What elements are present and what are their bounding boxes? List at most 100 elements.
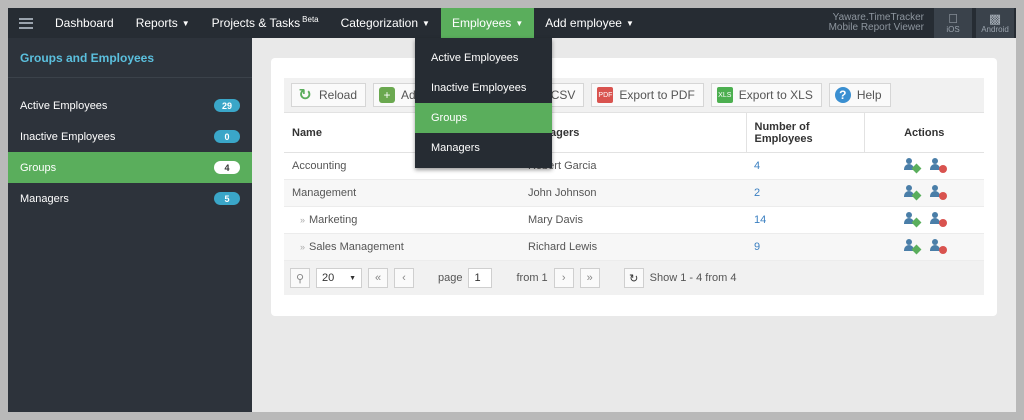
refresh-button[interactable]: ↻ — [623, 268, 644, 288]
edit-group-icon[interactable] — [904, 184, 922, 200]
export-xls-button[interactable]: XLS Export to XLS — [710, 83, 822, 107]
employee-count-link[interactable]: 14 — [746, 206, 864, 234]
count-badge: 5 — [214, 192, 240, 205]
sidebar-item-inactive-employees[interactable]: Inactive Employees 0 — [8, 121, 252, 152]
employee-count-link[interactable]: 9 — [746, 233, 864, 261]
group-manager: Richard Lewis — [520, 233, 746, 261]
export-pdf-button[interactable]: PDF Export to PDF — [591, 83, 704, 107]
chevron-down-icon: ▼ — [422, 18, 430, 28]
group-name: Management — [284, 179, 520, 207]
xls-icon: XLS — [716, 87, 733, 103]
pdf-icon: PDF — [597, 87, 614, 103]
edit-group-icon[interactable] — [904, 238, 922, 254]
column-header-managers[interactable]: Managers — [520, 112, 746, 153]
nav-dashboard[interactable]: Dashboard — [44, 8, 125, 38]
row-actions — [864, 152, 984, 180]
count-badge: 29 — [214, 99, 240, 112]
nav-add-employee[interactable]: Add employee ▼ — [534, 8, 645, 38]
content-panel: ↻ Reload + Add Export to CSV PDF Export … — [271, 58, 997, 316]
edit-group-icon[interactable] — [904, 211, 922, 227]
row-actions — [864, 233, 984, 261]
subgroup-arrow-icon: » — [300, 242, 306, 252]
pagination-bar: ⚲ 20 ▼ « ‹ page 1 from 1 › » ↻ Show 1 - 4… — [284, 261, 984, 295]
chevron-down-icon: ▼ — [349, 274, 356, 282]
page-total-label: from 1 — [516, 272, 548, 284]
app-window: Dashboard Reports ▼ Projects & Tasks Beta … — [8, 8, 1016, 412]
count-badge: 4 — [214, 161, 240, 174]
sidebar-item-groups[interactable]: Groups 4 — [8, 152, 252, 183]
grid-toolbar: ↻ Reload + Add Export to CSV PDF Export … — [284, 78, 984, 112]
count-badge: 0 — [214, 130, 240, 143]
sidebar-item-managers[interactable]: Managers 5 — [8, 183, 252, 214]
menu-item-inactive-employees[interactable]: Inactive Employees — [415, 73, 552, 103]
column-header-actions: Actions — [863, 112, 984, 153]
table-row[interactable]: Management John Johnson 2 — [284, 179, 984, 207]
delete-group-icon[interactable] — [929, 211, 947, 227]
group-manager: Robert Garcia — [520, 152, 746, 180]
nav-employees[interactable]: Employees ▼ — [440, 8, 535, 38]
prev-page-button[interactable]: ‹ — [394, 268, 414, 288]
android-button[interactable]: ▩ Android — [976, 8, 1014, 38]
groups-grid: ↻ Reload + Add Export to CSV PDF Export … — [284, 78, 984, 295]
beta-badge: Beta — [302, 14, 319, 24]
help-button[interactable]: ? Help — [828, 83, 891, 107]
double-chevron-left-icon: « — [374, 272, 382, 284]
nav-projects-tasks[interactable]: Projects & Tasks Beta — [201, 8, 330, 38]
reload-icon: ↻ — [298, 87, 312, 104]
table-header-row: Name Managers Number of Employees Action… — [284, 112, 984, 153]
reload-button[interactable]: ↻ Reload — [291, 83, 367, 107]
delete-group-icon[interactable] — [929, 157, 947, 173]
records-summary: Show 1 - 4 from 4 — [649, 272, 737, 284]
edit-group-icon[interactable] — [904, 157, 922, 173]
employee-count-link[interactable]: 4 — [746, 152, 864, 180]
mobile-links: Yaware.TimeTracker Mobile Report Viewer … — [829, 8, 1016, 38]
page-size-select[interactable]: 20 ▼ — [316, 268, 362, 288]
mobile-viewer-text: Yaware.TimeTracker Mobile Report Viewer — [828, 12, 924, 33]
menu-item-active-employees[interactable]: Active Employees — [415, 43, 552, 73]
search-button[interactable]: ⚲ — [290, 268, 310, 288]
refresh-icon: ↻ — [629, 272, 639, 285]
subgroup-name: » Marketing — [284, 206, 520, 234]
top-navbar: Dashboard Reports ▼ Projects & Tasks Beta … — [8, 8, 1016, 38]
subgroup-arrow-icon: » — [300, 215, 306, 225]
table-row[interactable]: » Sales Management Richard Lewis 9 — [284, 233, 984, 261]
next-page-button[interactable]: › — [553, 268, 574, 288]
android-icon: ▩ — [988, 11, 1002, 26]
group-manager: Mary Davis — [520, 206, 746, 234]
chevron-right-icon: › — [561, 272, 566, 284]
table-row[interactable]: » Marketing Mary Davis 14 — [284, 206, 984, 234]
menu-item-managers[interactable]: Managers — [415, 133, 552, 163]
add-user-icon: + — [379, 87, 396, 103]
help-icon: ? — [834, 87, 851, 103]
menu-toggle-button[interactable] — [8, 8, 44, 38]
first-page-button[interactable]: « — [368, 268, 388, 288]
last-page-button[interactable]: » — [579, 268, 600, 288]
page-number-input[interactable]: 1 — [468, 268, 493, 288]
delete-group-icon[interactable] — [929, 238, 947, 254]
sidebar-list: Active Employees 29 Inactive Employees 0… — [8, 90, 252, 214]
nav-categorization[interactable]: Categorization ▼ — [330, 8, 441, 38]
hamburger-icon — [19, 17, 33, 29]
menu-item-groups[interactable]: Groups — [415, 103, 552, 133]
search-icon: ⚲ — [295, 272, 305, 285]
sidebar-item-active-employees[interactable]: Active Employees 29 — [8, 90, 252, 121]
group-manager: John Johnson — [520, 179, 746, 207]
subgroup-name: » Sales Management — [284, 233, 520, 261]
row-actions — [864, 179, 984, 207]
employees-dropdown-menu: Active Employees Inactive Employees Grou… — [415, 38, 552, 168]
table-row[interactable]: Accounting Robert Garcia 4 — [284, 152, 984, 180]
page-label: page — [438, 272, 463, 284]
column-header-number[interactable]: Number of Employees — [745, 112, 864, 153]
sidebar-title: Groups and Employees — [8, 38, 252, 78]
ios-button[interactable]:  iOS — [934, 8, 972, 38]
chevron-down-icon: ▼ — [515, 18, 524, 28]
delete-group-icon[interactable] — [929, 184, 947, 200]
sidebar: Groups and Employees Active Employees 29… — [8, 38, 252, 412]
nav-reports[interactable]: Reports ▼ — [125, 8, 201, 38]
apple-icon:  — [948, 12, 958, 25]
row-actions — [864, 206, 984, 234]
groups-table: Name Managers Number of Employees Action… — [284, 112, 984, 261]
chevron-down-icon: ▼ — [625, 18, 634, 28]
double-chevron-right-icon: » — [586, 272, 593, 284]
employee-count-link[interactable]: 2 — [746, 179, 864, 207]
